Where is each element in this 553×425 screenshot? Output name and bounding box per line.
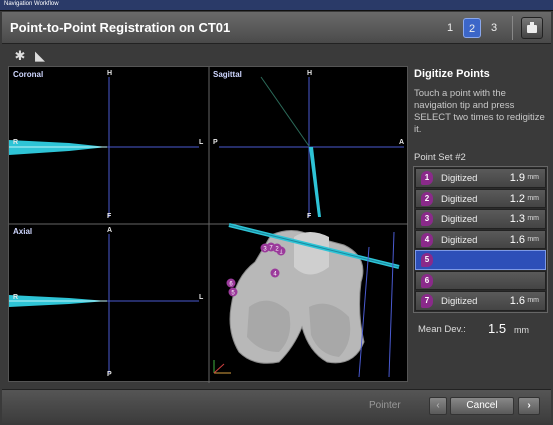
step-2[interactable]: 2 xyxy=(463,18,481,38)
point-marker-icon: 4 xyxy=(421,232,433,247)
axial-label: Axial xyxy=(13,227,33,236)
axial-right: L xyxy=(199,294,204,301)
point-row-5[interactable]: 5 xyxy=(415,250,546,270)
point-status: Digitized xyxy=(441,296,478,307)
page-title: Point-to-Point Registration on CT01 xyxy=(10,20,231,35)
point-marker-icon: 5 xyxy=(421,253,433,267)
point-status: Digitized xyxy=(441,234,478,246)
point-marker-icon: 1 xyxy=(421,171,433,185)
marker-4: 4 xyxy=(270,268,280,278)
window-title: Navigation Workflow xyxy=(4,1,59,7)
marker-7: 7 xyxy=(266,242,276,252)
point-row-2[interactable]: 2 Digitized 1.2 mm xyxy=(415,188,546,208)
mean-deviation-label: Mean Dev.: xyxy=(418,324,466,335)
point-marker-icon: 6 xyxy=(421,273,433,288)
axial-top: A xyxy=(107,227,113,234)
sagittal-left: P xyxy=(213,139,218,146)
sagittal-right: A xyxy=(399,139,405,146)
step-indicator: 1 2 3 xyxy=(441,18,503,38)
mean-deviation-value: 1.5 xyxy=(488,321,507,336)
point-marker-icon: 2 xyxy=(421,191,433,206)
point-row-3[interactable]: 3 Digitized 1.3 mm xyxy=(415,209,546,229)
point-deviation: 1.6 xyxy=(509,233,525,246)
point-deviation: 1.2 xyxy=(509,192,525,205)
coronal-top: H xyxy=(107,70,113,77)
coronal-label: Coronal xyxy=(13,70,44,79)
panel-title: Digitize Points xyxy=(414,68,490,80)
point-row-1[interactable]: 1 Digitized 1.9 mm xyxy=(415,168,546,188)
sagittal-label: Sagittal xyxy=(213,70,242,79)
point-unit: mm xyxy=(527,215,539,222)
point-deviation: 1.6 xyxy=(509,295,525,307)
point-marker-icon: 3 xyxy=(421,212,433,226)
point-row-4[interactable]: 4 Digitized 1.6 mm xyxy=(415,229,546,249)
bone-3d-render xyxy=(229,230,365,364)
point-marker-icon: 7 xyxy=(421,294,433,308)
point-row-7[interactable]: 7 Digitized 1.6 mm xyxy=(415,291,546,311)
point-unit: mm xyxy=(527,297,539,304)
point-unit: mm xyxy=(527,194,539,202)
header-divider xyxy=(512,16,513,40)
settings-gear-icon[interactable]: ✱ xyxy=(12,48,28,64)
coronal-right: L xyxy=(199,139,204,146)
point-set-label: Point Set #2 xyxy=(414,152,466,163)
point-unit: mm xyxy=(527,235,539,243)
cancel-button[interactable]: Cancel xyxy=(450,397,514,415)
marker-6: 6 xyxy=(226,278,236,288)
step-3[interactable]: 3 xyxy=(485,18,503,38)
point-list: 1 Digitized 1.9 mm 2 Digitized 1.2 mm 3 … xyxy=(413,166,548,313)
pointer-tool-icon[interactable]: ◣ xyxy=(32,48,48,64)
point-status: Digitized xyxy=(441,193,478,205)
sagittal-trajectory xyxy=(260,76,312,150)
sagittal-instrument xyxy=(309,147,321,217)
instructions-text: Touch a point with the navigation tip an… xyxy=(414,88,545,135)
image-viewer[interactable]: 1 2 3 4 5 6 7 Coronal H F R L Sagittal H… xyxy=(8,66,409,383)
sagittal-top: H xyxy=(307,70,313,77)
sagittal-bottom: F xyxy=(307,213,312,220)
digitize-panel: Digitize Points Touch a point with the n… xyxy=(408,66,551,382)
3d-plane-line-2 xyxy=(388,231,395,378)
point-deviation: 1.9 xyxy=(509,172,525,184)
coronal-bottom: F xyxy=(107,213,112,220)
footer-bar: Pointer ‹ Cancel › xyxy=(2,389,551,423)
camera-icon[interactable] xyxy=(521,17,543,39)
viewer-canvas: 1 2 3 4 5 6 7 xyxy=(9,67,409,383)
workflow-header: Point-to-Point Registration on CT01 1 2 … xyxy=(2,12,551,44)
point-status: Digitized xyxy=(441,214,478,225)
step-1[interactable]: 1 xyxy=(441,18,459,38)
window-titlebar: Navigation Workflow xyxy=(0,0,553,11)
point-unit: mm xyxy=(527,174,539,181)
coronal-left: R xyxy=(13,139,19,146)
point-row-6[interactable]: 6 xyxy=(415,270,546,290)
mean-deviation-unit: mm xyxy=(514,325,529,335)
pointer-label: Pointer xyxy=(369,400,401,411)
axes-z xyxy=(213,363,225,374)
marker-5: 5 xyxy=(228,287,238,297)
point-deviation: 1.3 xyxy=(509,213,525,225)
view-toolbar: ✱ ◣ xyxy=(2,45,551,67)
axial-left: R xyxy=(13,294,19,301)
point-status: Digitized xyxy=(441,173,478,184)
previous-button[interactable]: ‹ xyxy=(429,397,447,415)
axial-bottom: P xyxy=(107,371,112,378)
next-button[interactable]: › xyxy=(518,397,540,415)
